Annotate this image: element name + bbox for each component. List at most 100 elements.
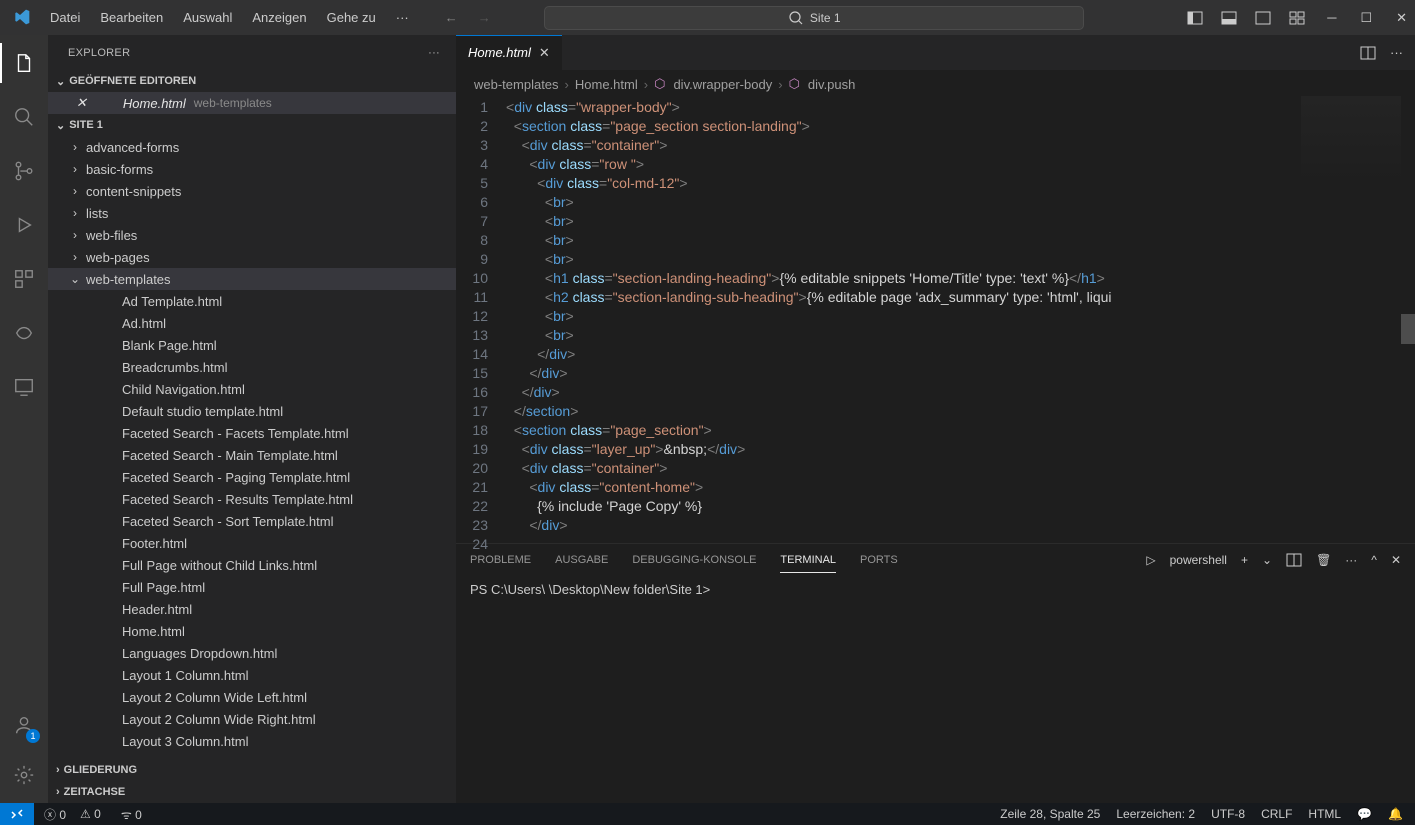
remote-indicator-icon[interactable] — [0, 803, 34, 825]
menu-overflow-icon[interactable]: ··· — [388, 6, 417, 29]
scrollbar-thumb[interactable] — [1401, 314, 1415, 344]
split-editor-icon[interactable] — [1360, 45, 1376, 61]
status-eol[interactable]: CRLF — [1261, 807, 1292, 821]
menu-file[interactable]: Datei — [42, 6, 88, 29]
folder-web-templates[interactable]: ⌄web-templates — [48, 268, 456, 290]
folder-basic-forms[interactable]: ›basic-forms — [48, 158, 456, 180]
tab-home-html[interactable]: Home.html ✕ — [456, 35, 563, 70]
breadcrumb-item[interactable]: web-templates — [474, 77, 559, 92]
open-editor-item[interactable]: ✕ Home.html web-templates — [48, 92, 456, 114]
window-minimize-icon[interactable]: ─ — [1327, 10, 1336, 26]
folder-web-pages[interactable]: ›web-pages — [48, 246, 456, 268]
terminal-kill-icon[interactable]: 🗑 — [1316, 553, 1331, 567]
nav-back-icon[interactable]: ← — [445, 10, 458, 25]
terminal-split-icon[interactable] — [1286, 552, 1302, 568]
status-ports[interactable]: ᯤ 0 — [121, 806, 142, 823]
menu-edit[interactable]: Bearbeiten — [92, 6, 171, 29]
terminal-new-icon[interactable]: + — [1241, 553, 1248, 567]
activity-powerpages-icon[interactable] — [0, 313, 48, 353]
file-item[interactable]: Ad Template.html — [48, 290, 456, 312]
layout-panel-left-icon[interactable] — [1187, 10, 1203, 26]
terminal-body[interactable]: PS C:\Users\ \Desktop\New folder\Site 1> — [456, 576, 1415, 803]
folder-web-files[interactable]: ›web-files — [48, 224, 456, 246]
editor-more-icon[interactable]: ··· — [1390, 45, 1403, 60]
status-cursor-position[interactable]: Zeile 28, Spalte 25 — [1000, 807, 1100, 821]
activity-remote-icon[interactable] — [0, 367, 48, 407]
activity-accounts-icon[interactable]: 1 — [0, 705, 48, 745]
activity-extensions-icon[interactable] — [0, 259, 48, 299]
panel-tab-ports[interactable]: PORTS — [860, 548, 898, 572]
file-item[interactable]: Layout 2 Column Wide Left.html — [48, 686, 456, 708]
file-item[interactable]: Blank Page.html — [48, 334, 456, 356]
file-item[interactable]: Header.html — [48, 598, 456, 620]
status-warnings[interactable]: ⚠ 0 — [80, 807, 101, 821]
activity-debug-icon[interactable] — [0, 205, 48, 245]
breadcrumb-item[interactable]: div.wrapper-body — [673, 77, 772, 92]
code-area[interactable]: 123456789101112131415161718192021222324 … — [456, 96, 1415, 543]
file-item[interactable]: Full Page.html — [48, 576, 456, 598]
tab-close-icon[interactable]: ✕ — [539, 45, 550, 61]
open-editors-header[interactable]: ⌄GEÖFFNETE EDITOREN — [48, 70, 456, 92]
terminal-dropdown-icon[interactable]: ⌄ — [1262, 553, 1272, 567]
outline-header[interactable]: ›GLIEDERUNG — [48, 759, 456, 781]
folder-advanced-forms[interactable]: ›advanced-forms — [48, 136, 456, 158]
activity-scm-icon[interactable] — [0, 151, 48, 191]
window-maximize-icon[interactable]: ☐ — [1360, 10, 1372, 26]
panel-tab-ausgabe[interactable]: AUSGABE — [555, 548, 608, 572]
menu-go[interactable]: Gehe zu — [319, 6, 384, 29]
folder-lists[interactable]: ›lists — [48, 202, 456, 224]
status-feedback-icon[interactable]: 💬 — [1357, 807, 1372, 821]
terminal-shell-label[interactable]: powershell — [1170, 553, 1227, 567]
file-item[interactable]: Faceted Search - Sort Template.html — [48, 510, 456, 532]
close-editor-icon[interactable]: ✕ — [76, 95, 87, 111]
window-close-icon[interactable]: ✕ — [1396, 10, 1407, 26]
menu-view[interactable]: Anzeigen — [244, 6, 314, 29]
status-notifications-icon[interactable]: 🔔 — [1388, 807, 1403, 821]
activity-explorer-icon[interactable] — [0, 43, 48, 83]
file-item[interactable]: Faceted Search - Facets Template.html — [48, 422, 456, 444]
breadcrumbs[interactable]: web-templates› Home.html› ⬡div.wrapper-b… — [456, 72, 1415, 96]
terminal-shell-icon[interactable]: ▷ — [1146, 553, 1155, 567]
file-item[interactable]: Faceted Search - Results Template.html — [48, 488, 456, 510]
status-language[interactable]: HTML — [1308, 807, 1341, 821]
panel-tab-debug[interactable]: DEBUGGING-KONSOLE — [632, 548, 756, 572]
command-center-search[interactable]: Site 1 — [544, 6, 1084, 30]
nav-forward-icon[interactable]: → — [478, 10, 491, 25]
minimap[interactable] — [1301, 96, 1401, 184]
file-item[interactable]: Layout 3 Column.html — [48, 730, 456, 752]
panel-maximize-icon[interactable]: ^ — [1371, 553, 1377, 567]
breadcrumb-item[interactable]: div.push — [808, 77, 855, 92]
tab-label: Home.html — [468, 45, 531, 60]
activity-settings-icon[interactable] — [0, 755, 48, 795]
layout-panel-right-icon[interactable] — [1255, 10, 1271, 26]
activity-search-icon[interactable] — [0, 97, 48, 137]
workspace-header[interactable]: ⌄SITE 1 — [48, 114, 456, 136]
file-item[interactable]: Faceted Search - Paging Template.html — [48, 466, 456, 488]
file-item[interactable]: Full Page without Child Links.html — [48, 554, 456, 576]
terminal-more-icon[interactable]: ··· — [1345, 553, 1357, 567]
layout-customize-icon[interactable] — [1289, 10, 1305, 26]
folder-content-snippets[interactable]: ›content-snippets — [48, 180, 456, 202]
panel-close-icon[interactable]: ✕ — [1391, 553, 1401, 567]
file-item[interactable]: Ad.html — [48, 312, 456, 334]
panel-tab-terminal[interactable]: TERMINAL — [780, 548, 836, 573]
file-item[interactable]: Home.html — [48, 620, 456, 642]
file-item[interactable]: Languages Dropdown.html — [48, 642, 456, 664]
file-item[interactable]: Faceted Search - Main Template.html — [48, 444, 456, 466]
file-item[interactable]: Layout 2 Column Wide Right.html — [48, 708, 456, 730]
timeline-header[interactable]: ›ZEITACHSE — [48, 781, 456, 803]
menu-selection[interactable]: Auswahl — [175, 6, 240, 29]
file-item[interactable]: Child Navigation.html — [48, 378, 456, 400]
code-view[interactable]: <div class="wrapper-body"> <section clas… — [506, 96, 1415, 543]
status-indent[interactable]: Leerzeichen: 2 — [1116, 807, 1195, 821]
file-item[interactable]: Layout 1 Column.html — [48, 664, 456, 686]
file-item[interactable]: Breadcrumbs.html — [48, 356, 456, 378]
file-item[interactable]: Default studio template.html — [48, 400, 456, 422]
sidebar-more-icon[interactable]: ··· — [428, 47, 440, 59]
status-errors[interactable]: ⓧ 0 — [44, 806, 66, 823]
status-encoding[interactable]: UTF-8 — [1211, 807, 1245, 821]
breadcrumb-item[interactable]: Home.html — [575, 77, 638, 92]
scrollbar-track[interactable] — [1401, 96, 1415, 543]
file-item[interactable]: Footer.html — [48, 532, 456, 554]
layout-panel-bottom-icon[interactable] — [1221, 10, 1237, 26]
